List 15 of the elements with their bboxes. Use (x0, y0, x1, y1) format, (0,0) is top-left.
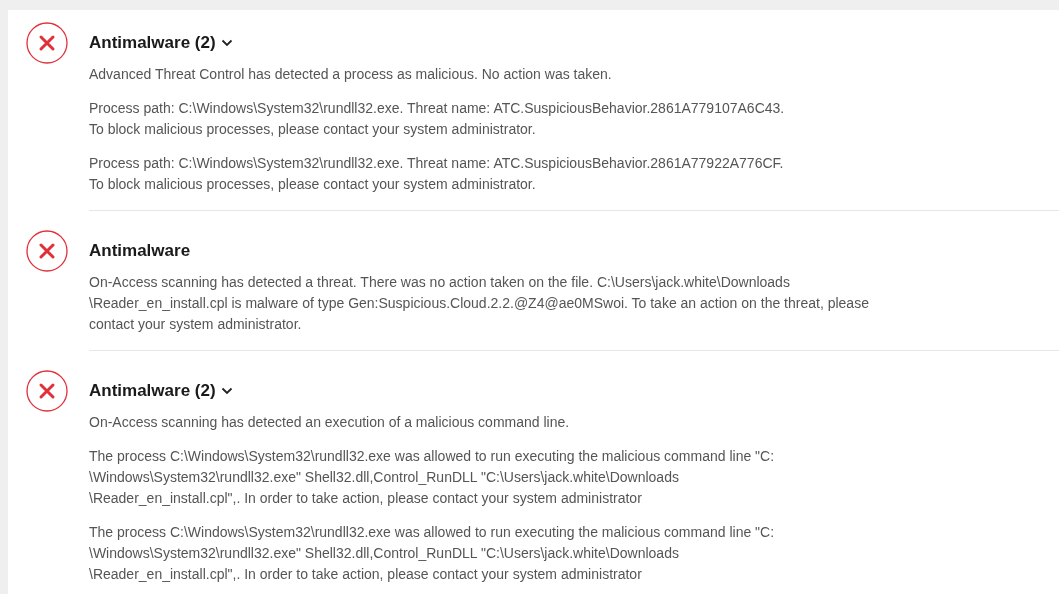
event-title: Antimalware (2) (89, 380, 216, 403)
event-message: On-Access scanning has detected an execution of a malicious command line. (89, 413, 571, 432)
chevron-down-icon[interactable] (220, 39, 233, 47)
chevron-down-icon[interactable] (220, 387, 233, 395)
event-message: Process path: C:\Windows\System32\rundll32.exe. Threat name: ATC.SuspiciousBehavior.2861A77922A776CF. To block malicious processes, please contact your system administrator. (89, 154, 785, 194)
event-message: Advanced Threat Control has detected a process as malicious. No action was taken. (89, 65, 613, 84)
event-message: Process path: C:\Windows\System32\rundll32.exe. Threat name: ATC.SuspiciousBehavior.2861A779107A6C43. To block malicious processes, please contact your system administrator. (89, 99, 786, 139)
error-icon (26, 370, 68, 412)
event-title: Antimalware (2) (89, 32, 216, 55)
event-title: Antimalware (89, 240, 191, 263)
error-icon (26, 230, 68, 272)
event-message: The process C:\Windows\System32\rundll32.exe was allowed to run executing the malicious command line "C: \Windows\System32\rundll32.exe" Shell32.dll,Control_RunDLL "C:\Users\jack.white\Downloads \Reader_en_install.cpl",. In order to take action, please contact your system administrator (89, 447, 776, 508)
event-message: On-Access scanning has detected a threat. There was no action taken on the file. C:\Users\jack.white\Downloads \Reader_en_install.cpl is malware of type Gen:Suspicious.Cloud.2.2.@Z4@ae0MSwoi. To take an action on the threat, please contact your system administrator. (89, 273, 870, 334)
event-message: The process C:\Windows\System32\rundll32.exe was allowed to run executing the malicious command line "C: \Windows\System32\rundll32.exe" Shell32.dll,Control_RunDLL "C:\Users\jack.white\Downloads \Reader_en_install.cpl",. In order to take action, please contact your system administrator (89, 523, 776, 584)
error-icon (26, 22, 68, 64)
